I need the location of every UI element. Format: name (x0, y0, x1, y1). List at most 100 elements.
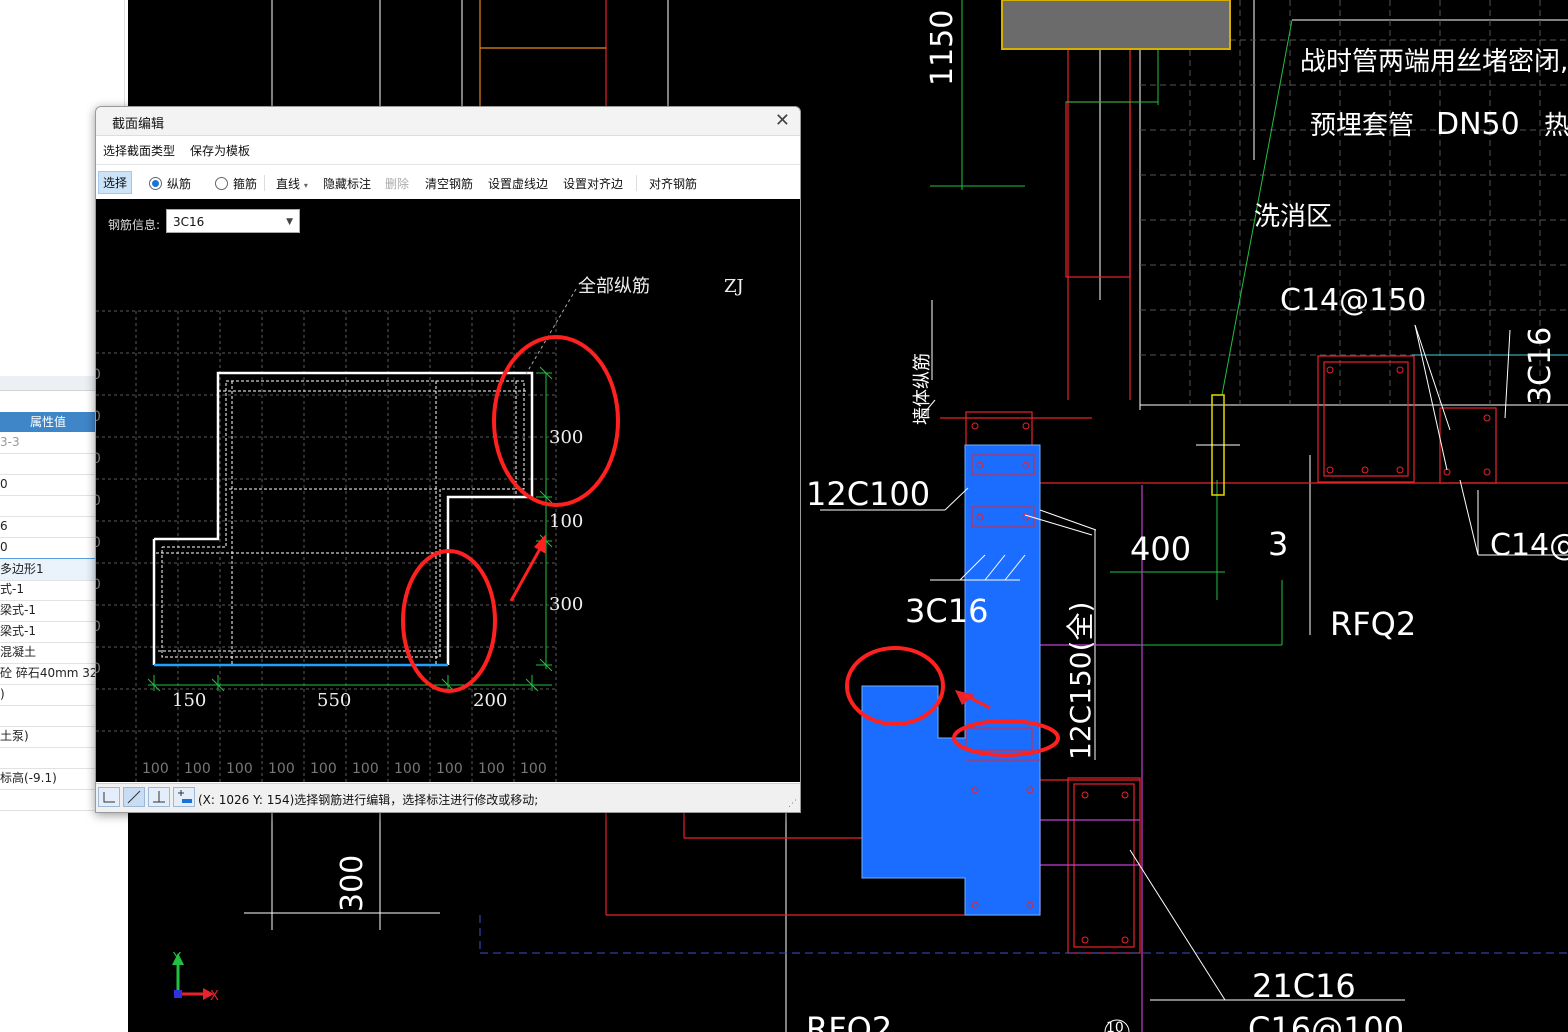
ortho-snap-icon (103, 792, 115, 803)
clear-rebar-button[interactable]: 清空钢筋 (425, 175, 473, 192)
note-hot: 热 (1544, 111, 1568, 141)
grid-scale-label: 100 (268, 761, 295, 777)
rebar-info-value: 3C16 (173, 215, 205, 229)
grid-edge-label: 0 (96, 535, 101, 551)
section-drawing[interactable]: 全部纵筋 ZJ 300 100 300 150 550 200 100 100 10… (96, 199, 800, 782)
property-row[interactable]: 标高(-9.1) (0, 768, 96, 790)
menu-save-as-template[interactable]: 保存为模板 (190, 142, 250, 159)
grid-scale-label: 100 (310, 761, 337, 777)
line-label: 直线 (276, 177, 301, 191)
grid-scale-label: 100 (142, 761, 169, 777)
dim-200[interactable]: 200 (473, 690, 507, 711)
grid-edge-label: 0 (96, 451, 101, 467)
grid-edge-label: 0 (96, 493, 101, 509)
label-c14-150: C14@150 (1280, 283, 1426, 318)
grid-scale-label: 100 (478, 761, 505, 777)
line-dropdown[interactable]: 直线 ▾ (276, 175, 308, 192)
property-row[interactable]: 3-3 (0, 432, 96, 454)
diagonal-snap-button[interactable] (123, 787, 145, 807)
status-text: (X: 1026 Y: 154)选择钢筋进行编辑，选择标注进行修改或移动; (198, 793, 539, 807)
dim-300-top[interactable]: 300 (549, 427, 583, 448)
longitudinal-radio[interactable]: 纵筋 (149, 175, 191, 192)
property-panel-bottom (0, 810, 124, 1031)
delete-button[interactable]: 删除 (385, 175, 409, 192)
dialog-menubar: 选择截面类型 保存为模板 (96, 136, 800, 165)
property-row[interactable]: 梁式-1 (0, 621, 96, 643)
section-edit-dialog[interactable]: 截面编辑 ✕ 选择截面类型 保存为模板 选择 纵筋 箍筋 直线 ▾ 隐藏标注 删… (95, 106, 801, 813)
select-button[interactable]: 选择 (98, 171, 133, 194)
align-rebar-button[interactable]: 对齐钢筋 (649, 175, 697, 192)
label-3: 3 (1268, 525, 1288, 563)
dim-150[interactable]: 150 (172, 690, 206, 711)
radio-off-icon (215, 177, 228, 190)
property-row[interactable]: 6 (0, 516, 96, 538)
label-12c100: 12C100 (806, 475, 930, 513)
perpendicular-snap-icon (153, 791, 165, 803)
property-row[interactable]: 0 (0, 474, 96, 496)
dialog-toolbar: 选择 纵筋 箍筋 直线 ▾ 隐藏标注 删除 清空钢筋 设置虚线边 设置对齐边 对… (96, 167, 800, 200)
label-12c150: 12C150(全) (1064, 602, 1097, 760)
menu-select-section-type[interactable]: 选择截面类型 (103, 142, 175, 159)
dim-300-lower[interactable]: 300 (549, 594, 583, 615)
note-line-2: 预埋套管 (1310, 111, 1414, 141)
ucs-y-label: Y (172, 951, 181, 966)
note-dn50: DN50 (1436, 107, 1520, 142)
grid-edge-label: 0 (96, 409, 101, 425)
property-row[interactable] (0, 747, 96, 769)
add-point-button[interactable] (173, 787, 195, 807)
section-canvas[interactable]: 全部纵筋 ZJ 300 100 300 150 550 200 100 100 10… (96, 199, 800, 782)
property-row[interactable] (0, 453, 96, 475)
close-icon[interactable]: ✕ (775, 110, 790, 131)
dialog-statusbar: (X: 1026 Y: 154)选择钢筋进行编辑，选择标注进行修改或移动; ⋰ (96, 783, 800, 812)
dialog-titlebar[interactable]: 截面编辑 ✕ (96, 107, 800, 136)
hide-label-button[interactable]: 隐藏标注 (323, 175, 371, 192)
grid-scale-label: 100 (436, 761, 463, 777)
set-dashed-edge-button[interactable]: 设置虚线边 (488, 175, 548, 192)
note-line-1: 战时管两端用丝堵密闭, (1300, 47, 1568, 77)
toolbar-separator (264, 175, 265, 191)
label-rfq2-bottom: RFQ2 (806, 1010, 892, 1032)
axis-bubble-10: 10 (1106, 1020, 1124, 1032)
property-row[interactable]: 梁式-1 (0, 600, 96, 622)
label-rfq2: RFQ2 (1330, 605, 1416, 643)
set-align-edge-button[interactable]: 设置对齐边 (563, 175, 623, 192)
dim-400: 400 (1130, 530, 1191, 568)
rebar-info-label: 钢筋信息: (108, 218, 161, 232)
label-3c16: 3C16 (905, 592, 988, 630)
radio-on-icon (149, 177, 162, 190)
label-21c16: 21C16 (1252, 967, 1356, 1005)
stirrup-radio[interactable]: 箍筋 (215, 175, 257, 192)
property-row[interactable]: 0 (0, 537, 96, 559)
property-row[interactable]: 多边形1 (0, 558, 96, 581)
ucs-x-label: X (210, 989, 219, 1004)
property-row[interactable]: 土泵) (0, 726, 96, 748)
stirrup-label: 箍筋 (233, 177, 258, 191)
dropdown-arrow-icon: ▼ (286, 217, 293, 227)
dim-300-bottom: 300 (335, 855, 370, 912)
ortho-snap-button[interactable] (98, 787, 120, 807)
dim-100[interactable]: 100 (549, 511, 583, 532)
label-zj: ZJ (724, 276, 744, 297)
grid-scale-label: 100 (352, 761, 379, 777)
rebar-info-select[interactable]: 3C16 ▼ (166, 209, 300, 233)
grid-edge-label: 0 (96, 619, 101, 635)
dim-550[interactable]: 550 (317, 690, 351, 711)
property-row[interactable] (0, 705, 96, 727)
grid-scale-label: 100 (226, 761, 253, 777)
grid-scale-label: 100 (184, 761, 211, 777)
grid-edge-label: 0 (96, 661, 101, 677)
property-row[interactable]: 混凝土 (0, 642, 96, 664)
label-all-longitudinal: 全部纵筋 (578, 276, 650, 297)
property-row[interactable] (0, 495, 96, 517)
perpendicular-snap-button[interactable] (148, 787, 170, 807)
property-row[interactable]: ) (0, 684, 96, 706)
label-3c16-right: 3C16 (1523, 327, 1558, 405)
room-wash-area: 洗消区 (1254, 202, 1332, 232)
dropdown-arrow-icon: ▾ (303, 181, 308, 190)
dialog-title: 截面编辑 (112, 117, 165, 132)
resize-grip-icon[interactable]: ⋰ (788, 799, 797, 809)
property-row[interactable]: 式-1 (0, 579, 96, 601)
plus-icon (178, 790, 192, 803)
label-wall-rebar: 墙体纵筋 (912, 353, 933, 425)
property-row[interactable]: 砼 碎石40mm 32 (0, 663, 96, 685)
